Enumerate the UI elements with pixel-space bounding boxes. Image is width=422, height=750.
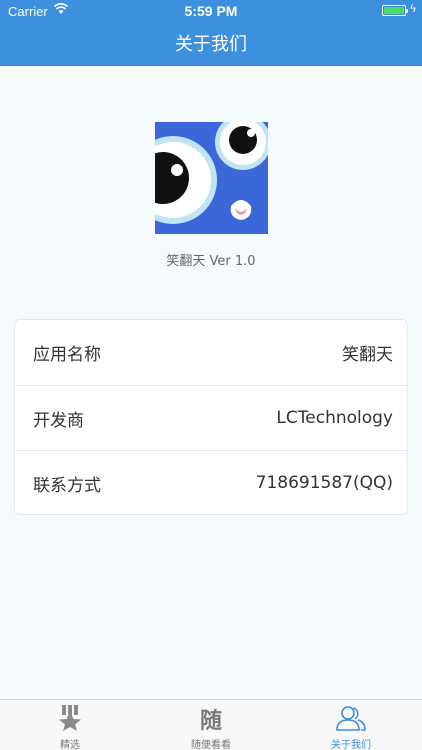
sui-character-icon: 随 xyxy=(199,708,223,734)
battery-icon xyxy=(382,5,408,16)
tab-about-us[interactable]: 关于我们 xyxy=(281,700,421,750)
app-version-text: 笑翻天 Ver 1.0 xyxy=(166,254,256,269)
tab-label: 精选 xyxy=(60,740,80,750)
info-card: 应用名称 笑翻天 开发商 LCTechnology 联系方式 718691587… xyxy=(14,319,408,515)
info-row-app-name: 应用名称 笑翻天 xyxy=(15,320,407,385)
info-value: 笑翻天 xyxy=(342,345,393,365)
charging-icon: ϟ xyxy=(410,3,416,15)
app-logo xyxy=(155,122,268,234)
status-bar: Carrier 5:59 PM ϟ xyxy=(0,0,422,22)
tab-bar: 精选 随 随便看看 关于我们 xyxy=(0,699,422,750)
tab-browse[interactable]: 随 随便看看 xyxy=(141,700,281,750)
tab-label: 随便看看 xyxy=(191,740,231,750)
people-icon xyxy=(336,706,366,731)
info-row-developer: 开发商 LCTechnology xyxy=(15,385,407,450)
info-value: 718691587(QQ) xyxy=(255,473,393,493)
info-row-contact: 联系方式 718691587(QQ) xyxy=(15,450,407,515)
top-bar: Carrier 5:59 PM ϟ 关于我们 xyxy=(0,0,422,66)
page-title: 关于我们 xyxy=(175,34,247,55)
info-label: 应用名称 xyxy=(33,345,101,365)
info-label: 联系方式 xyxy=(33,475,101,496)
status-time: 5:59 PM xyxy=(184,3,238,19)
tab-label: 关于我们 xyxy=(331,740,371,750)
info-label: 开发商 xyxy=(33,410,84,431)
tab-featured[interactable]: 精选 xyxy=(0,700,140,750)
info-value: LCTechnology xyxy=(276,408,393,428)
star-medal-icon xyxy=(59,705,81,731)
